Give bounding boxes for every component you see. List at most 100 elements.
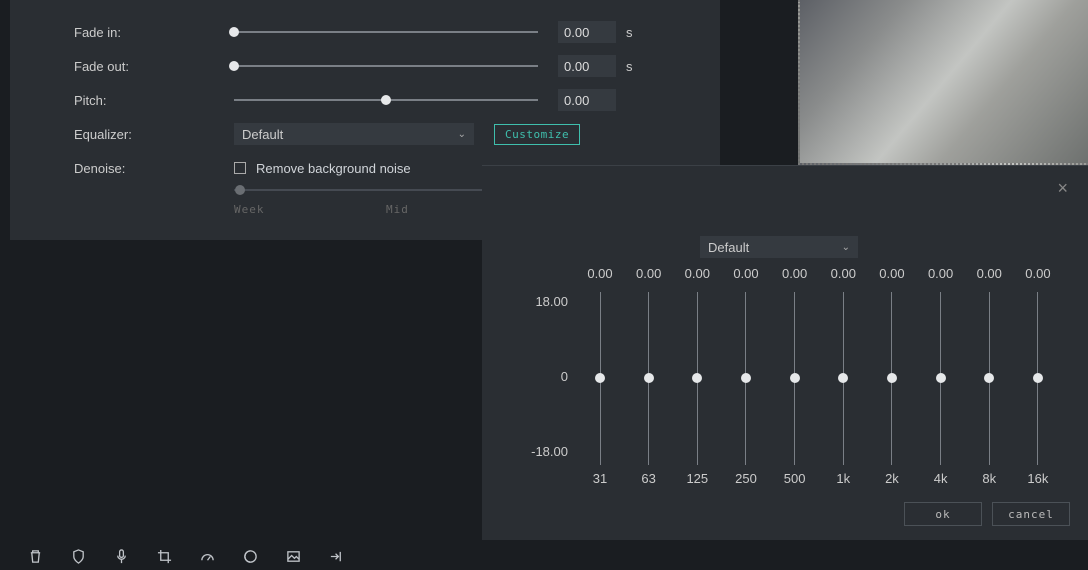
eq-band-63: 0.00 63 xyxy=(629,266,669,486)
eq-band-thumb[interactable] xyxy=(1033,373,1043,383)
eq-band-freq: 500 xyxy=(784,471,806,486)
eq-scale-max: 18.00 xyxy=(520,294,568,309)
eq-band-slider[interactable] xyxy=(600,292,601,465)
eq-band-freq: 125 xyxy=(686,471,708,486)
chevron-down-icon: ⌄ xyxy=(458,129,466,140)
eq-band-freq: 8k xyxy=(982,471,996,486)
eq-band-freq: 250 xyxy=(735,471,757,486)
eq-band-thumb[interactable] xyxy=(887,373,897,383)
color-icon[interactable] xyxy=(243,549,258,564)
eq-band-value: 0.00 xyxy=(928,266,953,290)
eq-band-slider[interactable] xyxy=(843,292,844,465)
equalizer-preset-text: Default xyxy=(242,127,283,142)
fade-out-unit: s xyxy=(626,59,633,74)
eq-band-slider[interactable] xyxy=(697,292,698,465)
eq-band-slider[interactable] xyxy=(989,292,990,465)
shield-icon[interactable] xyxy=(71,549,86,564)
eq-band-16k: 0.00 16k xyxy=(1018,266,1058,486)
eq-band-freq: 63 xyxy=(641,471,655,486)
eq-band-value: 0.00 xyxy=(733,266,758,290)
eq-band-freq: 4k xyxy=(934,471,948,486)
eq-preset-dropdown[interactable]: Default ⌄ xyxy=(700,236,858,258)
speed-icon[interactable] xyxy=(200,549,215,564)
close-icon[interactable]: × xyxy=(1057,178,1068,199)
fade-out-label: Fade out: xyxy=(74,59,234,74)
eq-band-value: 0.00 xyxy=(636,266,661,290)
denoise-checkbox-label: Remove background noise xyxy=(256,161,411,176)
eq-scale-mid: 0 xyxy=(520,369,568,384)
eq-ok-button[interactable]: ok xyxy=(904,502,982,526)
eq-band-thumb[interactable] xyxy=(692,373,702,383)
eq-band-value: 0.00 xyxy=(587,266,612,290)
bottom-toolbar xyxy=(0,542,480,570)
eq-band-thumb[interactable] xyxy=(838,373,848,383)
eq-cancel-button[interactable]: cancel xyxy=(992,502,1070,526)
eq-band-31: 0.00 31 xyxy=(580,266,620,486)
eq-band-125: 0.00 125 xyxy=(677,266,717,486)
image-icon[interactable] xyxy=(286,549,301,564)
eq-band-freq: 1k xyxy=(836,471,850,486)
eq-band-freq: 31 xyxy=(593,471,607,486)
eq-band-slider[interactable] xyxy=(648,292,649,465)
eq-band-250: 0.00 250 xyxy=(726,266,766,486)
crop-icon[interactable] xyxy=(157,549,172,564)
pitch-value[interactable] xyxy=(558,89,616,111)
eq-band-thumb[interactable] xyxy=(741,373,751,383)
chevron-down-icon: ⌄ xyxy=(842,242,850,253)
eq-band-1k: 0.00 1k xyxy=(823,266,863,486)
fade-in-unit: s xyxy=(626,25,633,40)
denoise-mid-label: Mid xyxy=(386,203,409,216)
eq-band-slider[interactable] xyxy=(745,292,746,465)
denoise-label: Denoise: xyxy=(74,161,234,176)
denoise-weak-label: Week xyxy=(234,203,265,216)
eq-band-slider[interactable] xyxy=(891,292,892,465)
fade-in-slider[interactable] xyxy=(234,31,538,33)
eq-band-slider[interactable] xyxy=(794,292,795,465)
eq-band-4k: 0.00 4k xyxy=(921,266,961,486)
eq-band-value: 0.00 xyxy=(1025,266,1050,290)
denoise-thumb[interactable] xyxy=(235,185,245,195)
fade-out-slider[interactable] xyxy=(234,65,538,67)
pitch-slider[interactable] xyxy=(234,99,538,101)
trash-icon[interactable] xyxy=(28,549,43,564)
pitch-label: Pitch: xyxy=(74,93,234,108)
eq-bands-area: 18.00 0 -18.00 0.00 31 0.00 63 0.00 125 0.00 25… xyxy=(520,266,1058,486)
microphone-icon[interactable] xyxy=(114,549,129,564)
eq-band-8k: 0.00 8k xyxy=(969,266,1009,486)
fade-out-value[interactable] xyxy=(558,55,616,77)
eq-scale: 18.00 0 -18.00 xyxy=(520,294,568,459)
eq-band-thumb[interactable] xyxy=(936,373,946,383)
eq-band-value: 0.00 xyxy=(685,266,710,290)
denoise-checkbox[interactable] xyxy=(234,162,246,174)
eq-band-thumb[interactable] xyxy=(984,373,994,383)
eq-band-thumb[interactable] xyxy=(790,373,800,383)
eq-band-thumb[interactable] xyxy=(644,373,654,383)
eq-band-value: 0.00 xyxy=(831,266,856,290)
equalizer-row: Equalizer: Default ⌄ Customize xyxy=(74,117,690,151)
video-preview xyxy=(798,0,1088,165)
eq-band-value: 0.00 xyxy=(782,266,807,290)
equalizer-preset-dropdown[interactable]: Default ⌄ xyxy=(234,123,474,145)
eq-scale-min: -18.00 xyxy=(520,444,568,459)
eq-band-value: 0.00 xyxy=(879,266,904,290)
eq-band-slider[interactable] xyxy=(940,292,941,465)
pitch-thumb[interactable] xyxy=(381,95,391,105)
export-icon[interactable] xyxy=(329,549,344,564)
eq-band-2k: 0.00 2k xyxy=(872,266,912,486)
pitch-row: Pitch: xyxy=(74,83,690,117)
fade-in-thumb[interactable] xyxy=(229,27,239,37)
fade-in-label: Fade in: xyxy=(74,25,234,40)
customize-button[interactable]: Customize xyxy=(494,124,580,145)
equalizer-label: Equalizer: xyxy=(74,127,234,142)
eq-band-freq: 16k xyxy=(1027,471,1048,486)
eq-band-slider[interactable] xyxy=(1037,292,1038,465)
equalizer-dialog: × Default ⌄ 18.00 0 -18.00 0.00310.00630… xyxy=(482,165,1088,540)
fade-out-row: Fade out: s xyxy=(74,49,690,83)
fade-in-value[interactable] xyxy=(558,21,616,43)
eq-band-freq: 2k xyxy=(885,471,899,486)
eq-band-value: 0.00 xyxy=(977,266,1002,290)
fade-in-row: Fade in: s xyxy=(74,15,690,49)
eq-preset-text: Default xyxy=(708,240,749,255)
eq-band-thumb[interactable] xyxy=(595,373,605,383)
fade-out-thumb[interactable] xyxy=(229,61,239,71)
